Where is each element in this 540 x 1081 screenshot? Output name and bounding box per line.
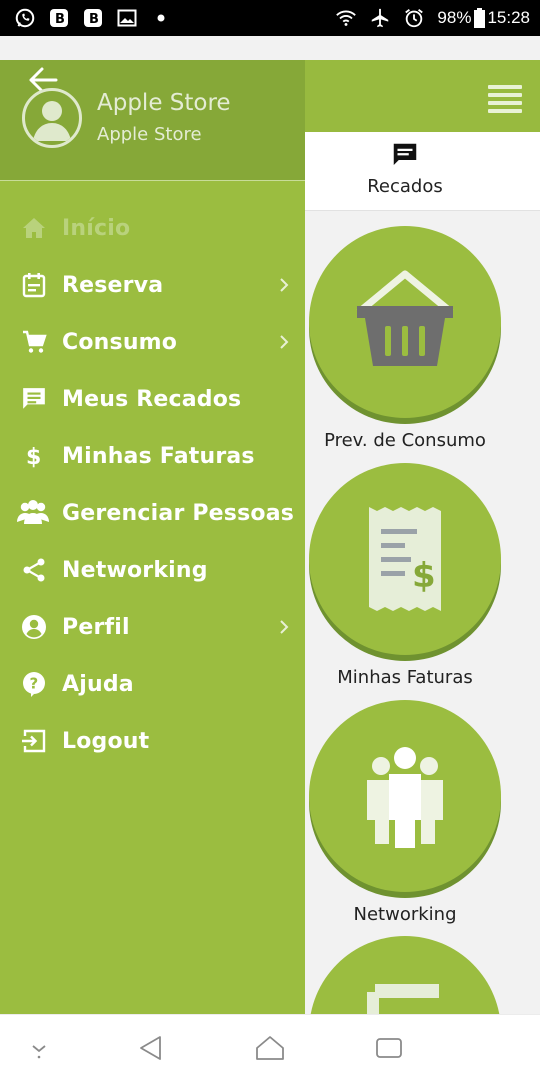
svg-text:$: $ <box>26 445 41 469</box>
hide-keyboard-icon[interactable] <box>24 1033 54 1063</box>
menu-item-label: Logout <box>62 729 150 754</box>
menu-item-ajuda[interactable]: ? Ajuda <box>0 656 305 713</box>
recent-apps-icon[interactable] <box>374 1033 404 1063</box>
home-icon <box>20 214 48 242</box>
battery-icon <box>473 7 485 29</box>
menu-item-perfil[interactable]: Perfil <box>0 599 305 656</box>
tile-label: Minhas Faturas <box>337 667 473 688</box>
back-icon[interactable] <box>136 1033 166 1063</box>
wifi-icon <box>335 7 357 29</box>
tab-recados-label: Recados <box>367 176 443 197</box>
svg-text:$: $ <box>412 556 436 596</box>
menu-item-minhas-faturas[interactable]: $ Minhas Faturas <box>0 428 305 485</box>
group-icon <box>367 747 443 848</box>
menu-item-label: Minhas Faturas <box>62 444 255 469</box>
b-app-icon: B <box>48 7 70 29</box>
drawer-menu: Início Reserva Consumo Meus Recados $ Mi… <box>0 200 305 770</box>
b-app-icon: B <box>82 7 104 29</box>
tile-label: Networking <box>353 904 457 925</box>
gallery-icon <box>116 7 138 29</box>
menu-item-gerenciar-pessoas[interactable]: Gerenciar Pessoas <box>0 485 305 542</box>
people-icon <box>16 499 50 527</box>
cart-icon <box>20 328 48 356</box>
menu-item-networking[interactable]: Networking <box>0 542 305 599</box>
user-subtitle: Apple Store <box>97 124 202 145</box>
menu-item-label: Networking <box>62 558 208 583</box>
svg-text:B: B <box>89 12 99 27</box>
chevron-right-icon <box>280 278 289 292</box>
airplane-icon <box>369 7 391 29</box>
menu-item-logout[interactable]: Logout <box>0 713 305 770</box>
avatar[interactable] <box>22 88 82 148</box>
tile-circle <box>309 700 501 892</box>
tile-circle <box>309 936 501 1014</box>
user-name: Apple Store <box>97 90 231 116</box>
invoice-icon: $ <box>369 507 441 611</box>
status-bar: B B 98% 15:28 <box>0 0 540 36</box>
svg-text:B: B <box>55 12 65 27</box>
tile-circle <box>309 226 501 418</box>
menu-item-label: Meus Recados <box>62 387 242 412</box>
status-bar-left: B B <box>14 7 172 29</box>
message-icon <box>393 143 417 165</box>
battery-percent: 98% <box>437 8 472 27</box>
menu-item-label: Consumo <box>62 330 178 355</box>
user-avatar-icon <box>33 101 71 141</box>
tile-label: Prev. de Consumo <box>324 430 486 451</box>
basket-icon <box>356 270 454 366</box>
menu-item-meus-recados[interactable]: Meus Recados <box>0 371 305 428</box>
tile-minhas-faturas[interactable]: $ Minhas Faturas <box>305 463 505 693</box>
dollar-icon: $ <box>20 442 48 470</box>
help-icon: ? <box>20 670 48 698</box>
chevron-right-icon <box>280 335 289 349</box>
menu-item-label: Reserva <box>62 273 164 298</box>
status-bar-right: 98% 15:28 <box>335 7 530 29</box>
menu-icon[interactable] <box>488 85 522 113</box>
system-nav-bar <box>0 1014 540 1081</box>
account-circle-icon <box>20 613 48 641</box>
menu-item-label: Início <box>62 216 131 241</box>
tile-prev-consumo[interactable]: Prev. de Consumo <box>305 226 505 456</box>
menu-item-label: Gerenciar Pessoas <box>62 501 295 526</box>
menu-item-label: Ajuda <box>62 672 134 697</box>
tile-document[interactable] <box>305 936 505 1014</box>
svg-text:?: ? <box>30 675 39 693</box>
menu-item-consumo[interactable]: Consumo <box>0 314 305 371</box>
tile-networking[interactable]: Networking <box>305 700 505 930</box>
document-icon <box>367 984 439 1014</box>
whatsapp-icon <box>14 7 36 29</box>
share-icon <box>20 556 48 584</box>
tile-circle: $ <box>309 463 501 655</box>
logout-icon <box>20 727 48 755</box>
message-icon <box>20 385 48 413</box>
tab-recados[interactable]: Recados <box>305 132 540 211</box>
dot-icon <box>150 7 172 29</box>
alarm-icon <box>403 7 425 29</box>
menu-item-reserva[interactable]: Reserva <box>0 257 305 314</box>
navigation-drawer: Apple Store Apple Store Início Reserva C… <box>0 60 305 1014</box>
calendar-icon <box>20 271 48 299</box>
menu-item-label: Perfil <box>62 615 130 640</box>
chevron-right-icon <box>280 620 289 634</box>
menu-item-inicio[interactable]: Início <box>0 200 305 257</box>
clock: 15:28 <box>487 8 530 27</box>
drawer-header: Apple Store Apple Store <box>0 60 305 181</box>
home-nav-icon[interactable] <box>255 1033 285 1063</box>
